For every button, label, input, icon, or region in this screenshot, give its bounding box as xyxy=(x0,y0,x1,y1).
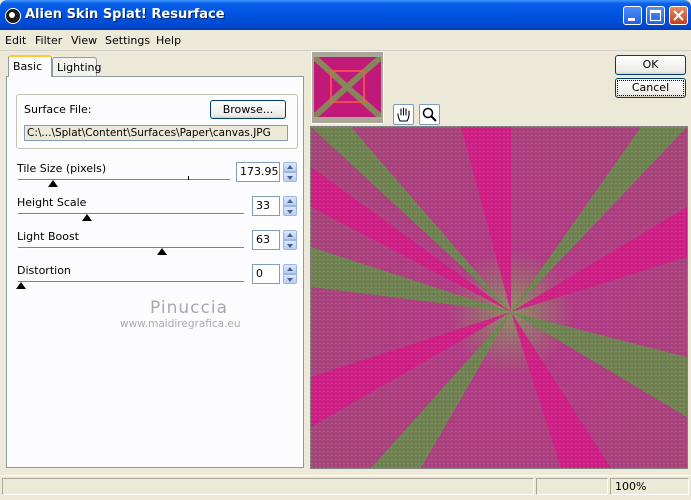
tab-lighting[interactable]: Lighting xyxy=(52,57,101,76)
window-title: Alien Skin Splat! Resurface xyxy=(25,7,225,22)
tile-size-slider-thumb[interactable] xyxy=(48,180,58,187)
maximize-icon xyxy=(649,9,662,22)
close-icon xyxy=(673,10,684,21)
hand-tool-button[interactable] xyxy=(393,104,414,125)
height-scale-spinner[interactable] xyxy=(283,196,297,216)
distortion-slider-thumb[interactable] xyxy=(16,282,26,289)
surface-file-label: Surface File: xyxy=(24,103,92,116)
magnifier-icon xyxy=(422,107,437,122)
spin-down-icon[interactable] xyxy=(283,172,297,182)
menu-settings[interactable]: Settings xyxy=(105,34,150,47)
watermark-url: www.maidiregrafica.eu xyxy=(120,318,241,330)
surface-path-field[interactable]: C:\...\Splat\Content\Surfaces\Paper\canv… xyxy=(24,125,288,141)
navigator-thumbnail[interactable] xyxy=(314,57,381,117)
light-boost-input[interactable]: 63 xyxy=(252,230,280,250)
spin-down-icon[interactable] xyxy=(283,206,297,216)
tile-size-input[interactable]: 173.95 xyxy=(236,162,280,182)
hand-icon xyxy=(397,107,410,122)
watermark-name: Pinuccia xyxy=(150,298,228,318)
close-button[interactable] xyxy=(669,6,688,25)
spin-down-icon[interactable] xyxy=(283,240,297,250)
zoom-tool-button[interactable] xyxy=(419,104,440,125)
distortion-spinner[interactable] xyxy=(283,264,297,284)
light-boost-label: Light Boost xyxy=(17,230,79,243)
menu-edit[interactable]: Edit xyxy=(5,34,26,47)
minimize-button[interactable] xyxy=(623,6,642,25)
spin-up-icon[interactable] xyxy=(283,230,297,240)
preview-canvas[interactable] xyxy=(310,126,688,469)
cancel-button[interactable]: Cancel xyxy=(615,78,686,98)
height-scale-input[interactable]: 33 xyxy=(252,196,280,216)
status-message xyxy=(2,478,534,495)
preview-image[interactable] xyxy=(311,127,687,468)
height-scale-slider-thumb[interactable] xyxy=(82,214,92,221)
maximize-button[interactable] xyxy=(646,6,665,25)
menu-view[interactable]: View xyxy=(71,34,97,47)
menu-bar xyxy=(0,30,691,51)
height-scale-slider-track[interactable] xyxy=(18,213,244,215)
distortion-input[interactable]: 0 xyxy=(252,264,280,284)
browse-button[interactable]: Browse... xyxy=(210,100,286,119)
tile-size-spinner[interactable] xyxy=(283,162,297,182)
spin-up-icon[interactable] xyxy=(283,196,297,206)
light-boost-slider-thumb[interactable] xyxy=(157,248,167,255)
status-cell-empty xyxy=(536,478,608,495)
spin-down-icon[interactable] xyxy=(283,274,297,284)
zoom-level: 100% xyxy=(610,478,689,495)
menu-filter[interactable]: Filter xyxy=(35,34,62,47)
menu-help[interactable]: Help xyxy=(156,34,181,47)
minimize-icon xyxy=(628,18,635,21)
spin-up-icon[interactable] xyxy=(283,162,297,172)
light-boost-spinner[interactable] xyxy=(283,230,297,250)
tile-size-label: Tile Size (pixels) xyxy=(17,162,107,175)
tile-size-tick xyxy=(188,176,189,180)
spin-up-icon[interactable] xyxy=(283,264,297,274)
app-icon[interactable] xyxy=(5,8,21,24)
light-boost-slider-track[interactable] xyxy=(18,247,244,249)
distortion-slider-track[interactable] xyxy=(18,281,244,283)
height-scale-label: Height Scale xyxy=(17,196,87,209)
distortion-label: Distortion xyxy=(17,264,71,277)
tab-basic[interactable]: Basic xyxy=(8,55,52,77)
ok-button[interactable]: OK xyxy=(615,55,686,75)
